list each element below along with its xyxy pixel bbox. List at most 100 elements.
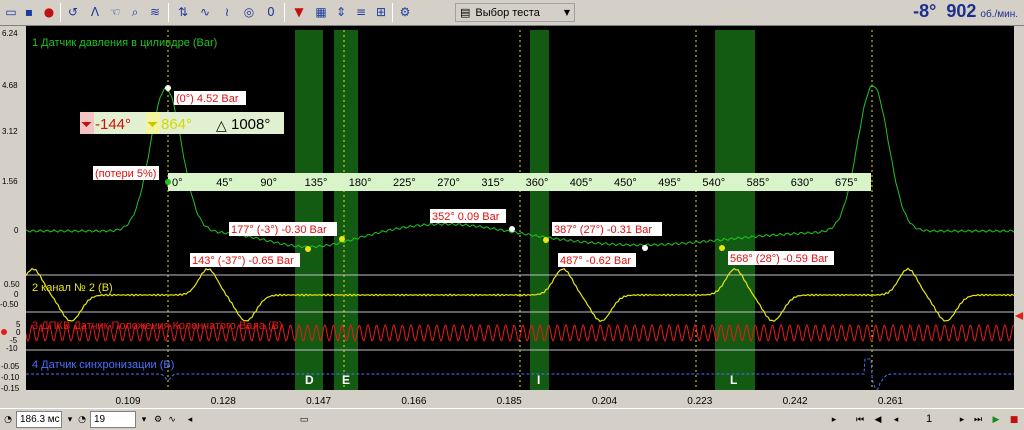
layers-icon[interactable]: ≋ <box>146 3 164 21</box>
degree-label: 675° <box>835 177 858 189</box>
y-tick-ch1: 0 <box>14 226 19 235</box>
annotation-387: 387° (27°) -0.31 Bar <box>554 224 652 236</box>
phase-label-e: E <box>342 373 350 387</box>
y-tick-ch2: 0 <box>14 290 19 299</box>
cursor-icon[interactable]: Ʌ <box>86 3 104 21</box>
degree-label: 405° <box>570 177 593 189</box>
stop-icon[interactable]: ■ <box>1006 411 1022 428</box>
degree-label: 45° <box>216 177 233 189</box>
play-icon[interactable]: ▶ <box>988 411 1004 428</box>
zoom-icon[interactable]: ⌕ <box>126 3 144 21</box>
test-icon: ▤ <box>460 6 471 19</box>
test-select-label: Выбор теста <box>475 6 540 19</box>
rpm-readout: -8° 902 об./мин. <box>913 1 1018 23</box>
record-icon[interactable]: ● <box>40 3 58 21</box>
y-tick-ch1: 4.68 <box>2 81 18 90</box>
degree-label: 630° <box>791 177 814 189</box>
degree-label: 0° <box>172 177 183 189</box>
prev-frame-icon[interactable]: ◂ <box>888 411 904 428</box>
rpm-angle: -8° <box>913 1 937 21</box>
rpm-value: 902 <box>946 1 977 21</box>
marker-icon[interactable]: ▼ <box>290 3 308 21</box>
annotation-568: 568° (28°) -0.59 Bar <box>730 253 828 265</box>
curve-icon[interactable]: ∿ <box>164 411 180 428</box>
phase-label-l: L <box>730 373 737 387</box>
compare-icon[interactable]: ⊞ <box>372 3 390 21</box>
degree-label: 225° <box>393 177 416 189</box>
hand-icon[interactable]: ☜ <box>106 3 124 21</box>
rpm-unit: об./мин. <box>980 9 1018 20</box>
x-tick-label: 0.128 <box>211 396 236 407</box>
zoom-value: 19 <box>94 414 106 425</box>
oscilloscope-app: ▭ ▪ ● ↺ Ʌ ☜ ⌕ ≋ ⇅ ∿ ≀ ◎ 0 ▼ ▦ ⇕ ≡ ⊞ ⚙ ▤ … <box>0 0 1024 430</box>
y-tick-ch2: -0.50 <box>0 300 19 309</box>
degree-label: 315° <box>481 177 504 189</box>
time-per-div: 186.3 мс <box>20 414 60 425</box>
degree-label: 495° <box>658 177 681 189</box>
annotation-143: 143° (-37°) -0.65 Bar <box>192 255 294 267</box>
chevron-left-icon[interactable]: ◂ <box>182 411 198 428</box>
loop-icon[interactable]: ↺ <box>64 3 82 21</box>
time-icon: ◔ <box>4 414 12 425</box>
annotation-352: 352° 0.09 Bar <box>432 211 500 223</box>
scroll-right-icon[interactable]: ▸ <box>826 411 842 428</box>
wave-icon[interactable]: ∿ <box>196 3 214 21</box>
toolbar: ▭ ▪ ● ↺ Ʌ ☜ ⌕ ≋ ⇅ ∿ ≀ ◎ 0 ▼ ▦ ⇕ ≡ ⊞ ⚙ ▤ … <box>0 0 1024 26</box>
delta-icon: △ <box>216 117 227 133</box>
y-tick-ch4: -0.05 <box>1 362 20 371</box>
degree-label: 540° <box>702 177 725 189</box>
first-page-icon[interactable]: ⏮ <box>852 411 868 428</box>
y-tick-ch3: -10 <box>6 344 18 353</box>
marker-end-icon: ⏷ <box>147 116 158 132</box>
grid-icon[interactable]: ▦ <box>312 3 330 21</box>
channel-3-title: 3 ДПКВ Датчик Положения Коленчатого Вала… <box>32 320 283 332</box>
zoom-icon-small: ◔ <box>78 414 86 425</box>
y-axis-right <box>1014 26 1024 408</box>
zero-icon[interactable]: 0 <box>262 3 280 21</box>
y-axis-panel: 6.24 4.68 3.12 1.56 0 0.50 0 -0.50 5 0 -… <box>0 26 26 408</box>
open-file-icon[interactable]: ▭ <box>2 3 20 21</box>
prev-page-icon[interactable]: ◀ <box>870 411 886 428</box>
cycle-icon[interactable]: ◎ <box>240 3 258 21</box>
test-select[interactable]: ▤ Выбор теста ▼ <box>455 3 575 22</box>
degree-label: 585° <box>747 177 770 189</box>
degree-label: 270° <box>437 177 460 189</box>
channel-4-title: 4 Датчик синхронизации (B) <box>32 359 174 371</box>
zoom-field[interactable]: 19 <box>90 411 136 428</box>
x-tick-label: 0.204 <box>592 396 617 407</box>
degree-label: 135° <box>305 177 328 189</box>
measure-delta: 1008° <box>231 116 270 133</box>
y-tick-ch4: -0.10 <box>1 373 20 382</box>
y-tick-ch2: 0.50 <box>4 280 20 289</box>
chevron-down-icon: ▼ <box>563 8 570 17</box>
degree-label: 180° <box>349 177 372 189</box>
channel-3-offset-handle[interactable] <box>1 329 7 335</box>
trigger-marker-icon[interactable] <box>1015 312 1023 320</box>
y-tick-ch4: -0.15 <box>1 384 20 393</box>
degree-label: 90° <box>260 177 277 189</box>
phase-band-e <box>334 30 358 390</box>
degree-label: 450° <box>614 177 637 189</box>
channel-1-title: 1 Датчик давления в цилиндре (Bar) <box>32 37 217 49</box>
x-tick-label: 0.166 <box>401 396 426 407</box>
save-icon[interactable]: ▪ <box>20 3 38 21</box>
engine-icon[interactable]: ⚙ <box>396 3 414 21</box>
x-tick-label: 0.261 <box>878 396 903 407</box>
last-page-icon[interactable]: ⏭ <box>970 411 986 428</box>
time-per-div-field[interactable]: 186.3 мс <box>16 411 62 428</box>
x-tick-label: 0.185 <box>497 396 522 407</box>
filter-icon[interactable]: ≡ <box>352 3 370 21</box>
x-tick-label: 0.109 <box>115 396 140 407</box>
scroll-handle-icon[interactable]: ▭ <box>296 411 312 428</box>
split-icon[interactable]: ⇕ <box>332 3 350 21</box>
y-tick-ch1: 1.56 <box>2 177 18 186</box>
marker-start-icon: ⏷ <box>81 116 92 132</box>
measure-end: 864° <box>161 116 192 133</box>
measure-start: -144° <box>95 116 131 133</box>
scale-icon[interactable]: ⇅ <box>174 3 192 21</box>
annotation-peak: (0°) 4.52 Bar <box>176 93 239 105</box>
scope-area[interactable]: 0.109 0.128 0.147 0.166 0.185 0.204 0.223 0.242… <box>0 26 1024 408</box>
annotation-487: 487° -0.62 Bar <box>560 255 631 267</box>
spectrum-icon[interactable]: ≀ <box>218 3 236 21</box>
next-frame-icon[interactable]: ▸ <box>954 411 970 428</box>
